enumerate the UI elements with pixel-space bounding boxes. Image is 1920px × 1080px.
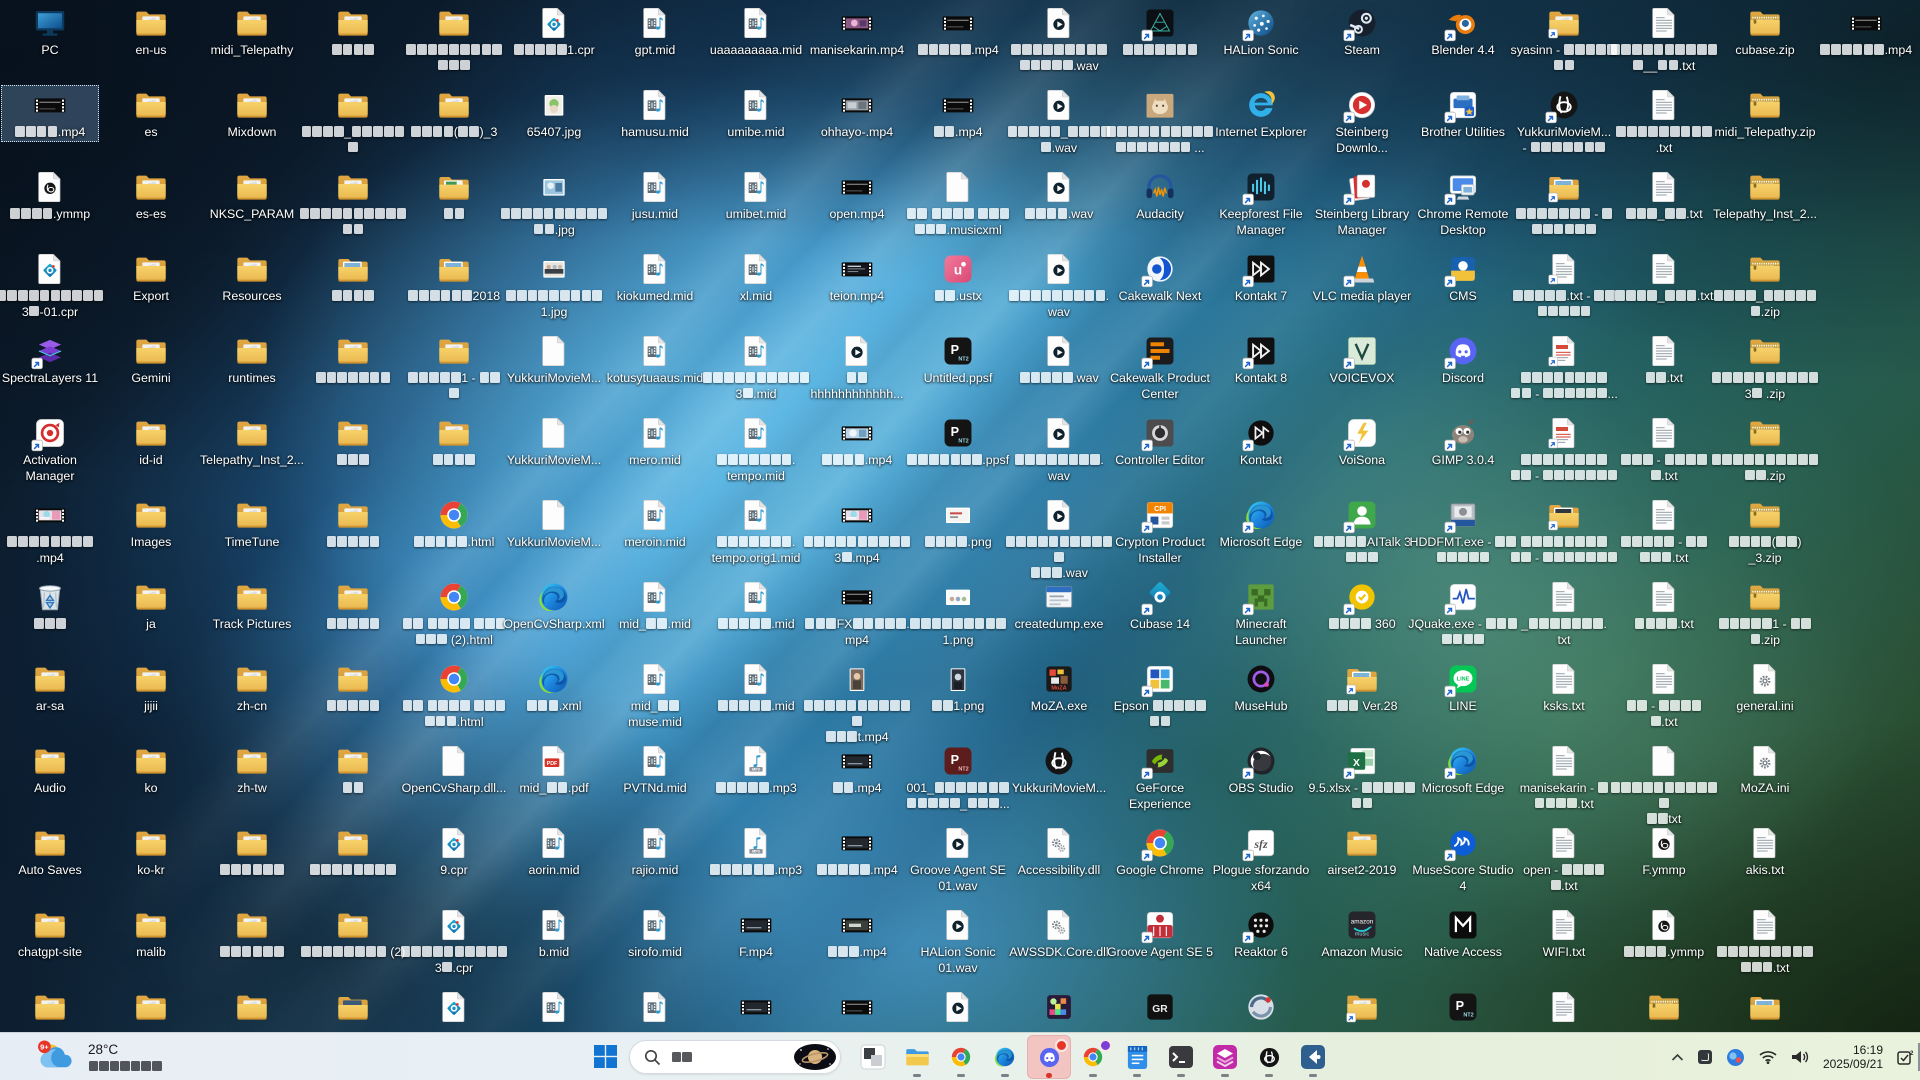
svg-text:9+: 9+	[40, 1042, 48, 1051]
svg-text:2: 2	[1910, 1051, 1914, 1057]
